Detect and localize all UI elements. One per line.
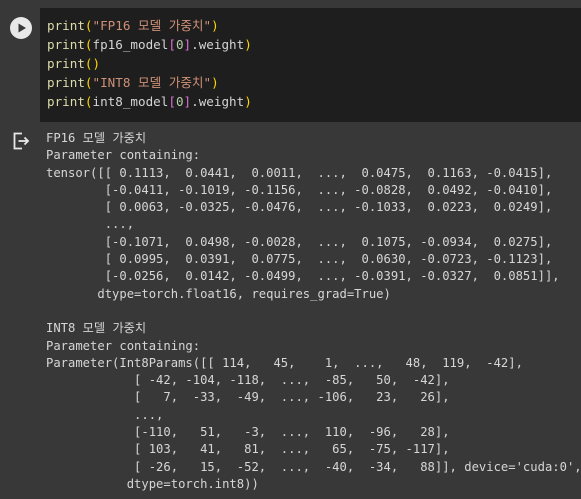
cell-output: FP16 모델 가중치 Parameter containing: tensor…	[0, 122, 581, 499]
output-line: INT8 모델 가중치	[46, 321, 147, 336]
code-bracket: (	[84, 37, 93, 52]
code-function: print	[47, 56, 85, 71]
code-line: print("FP16 모델 가중치")	[47, 16, 581, 35]
code-string: "INT8 모델 가중치"	[92, 75, 212, 90]
code-line: print(int8_model[0].weight)	[47, 92, 581, 111]
code-number: 0	[175, 37, 184, 52]
output-line: [ 0.0063, -0.0325, -0.0476, ..., -0.1033…	[46, 200, 553, 215]
output-blank-line	[46, 303, 576, 320]
output-line: tensor([[ 0.1113, 0.0441, 0.0011, ..., 0…	[46, 165, 553, 180]
output-line: Parameter(Int8Params([[ 114, 45, 1, ...,…	[46, 355, 523, 370]
play-icon	[18, 23, 26, 33]
code-bracket: )	[211, 75, 219, 90]
notebook-page: print("FP16 모델 가중치") print(fp16_model[0]…	[0, 0, 581, 499]
code-bracket: (	[84, 75, 93, 90]
output-line: ...,	[46, 407, 164, 422]
output-line: ...,	[46, 217, 135, 232]
output-line: [ -26, 15, -52, ..., -40, -34, 88]], dev…	[46, 459, 581, 474]
code-line: print()	[47, 54, 581, 73]
output-line: [-110, 51, -3, ..., 110, -96, 28],	[46, 425, 450, 440]
code-line: print("INT8 모델 가중치")	[47, 73, 581, 92]
code-attribute: .weight	[191, 37, 245, 52]
output-arrow-icon-svg	[13, 132, 30, 150]
output-line: dtype=torch.int8))	[46, 476, 259, 491]
code-function: print	[47, 37, 85, 52]
code-identifier: int8_model	[92, 94, 169, 109]
output-line: [ 7, -33, -49, ..., -106, 23, 26],	[46, 390, 450, 405]
code-bracket: [	[168, 94, 176, 109]
code-editor[interactable]: print("FP16 모델 가중치") print(fp16_model[0]…	[40, 8, 581, 122]
code-cell: print("FP16 모델 가중치") print(fp16_model[0]…	[0, 0, 581, 122]
output-line: [-0.0411, -0.1019, -0.1156, ..., -0.0828…	[46, 182, 553, 197]
run-cell-button[interactable]	[10, 17, 32, 39]
code-bracket: (	[84, 18, 93, 33]
output-line: FP16 모델 가중치	[46, 131, 147, 145]
code-function: print	[47, 94, 85, 109]
output-text: FP16 모델 가중치 Parameter containing: tensor…	[46, 130, 581, 493]
output-line: dtype=torch.float16, requires_grad=True)	[46, 286, 391, 301]
code-function: print	[47, 18, 85, 33]
output-line: [ 103, 41, 81, ..., 65, -75, -117],	[46, 442, 450, 457]
code-bracket: ]	[183, 94, 192, 109]
output-arrow-icon[interactable]	[10, 130, 32, 152]
output-line: Parameter containing:	[46, 338, 201, 353]
code-line: print(fp16_model[0].weight)	[47, 35, 581, 54]
code-bracket: )	[92, 56, 101, 71]
output-line: [ -42, -104, -118, ..., -85, 50, -42],	[46, 373, 450, 388]
code-number: 0	[175, 94, 184, 109]
code-bracket: ]	[183, 37, 192, 52]
code-bracket: )	[244, 37, 252, 52]
cell-gutter	[0, 0, 40, 122]
code-bracket: (	[84, 56, 93, 71]
output-line: [ 0.0995, 0.0391, 0.0775, ..., 0.0630, -…	[46, 252, 553, 267]
code-function: print	[47, 75, 85, 90]
code-bracket: [	[168, 37, 176, 52]
output-line: [-0.0256, 0.0142, -0.0499, ..., -0.0391,…	[46, 269, 560, 284]
output-line: [-0.1071, 0.0498, -0.0028, ..., 0.1075, …	[46, 234, 553, 249]
code-bracket: )	[211, 18, 219, 33]
code-identifier: fp16_model	[92, 37, 169, 52]
output-line: Parameter containing:	[46, 148, 201, 163]
code-bracket: (	[84, 94, 93, 109]
code-bracket: )	[244, 94, 252, 109]
code-attribute: .weight	[191, 94, 245, 109]
code-string: "FP16 모델 가중치"	[92, 18, 212, 33]
